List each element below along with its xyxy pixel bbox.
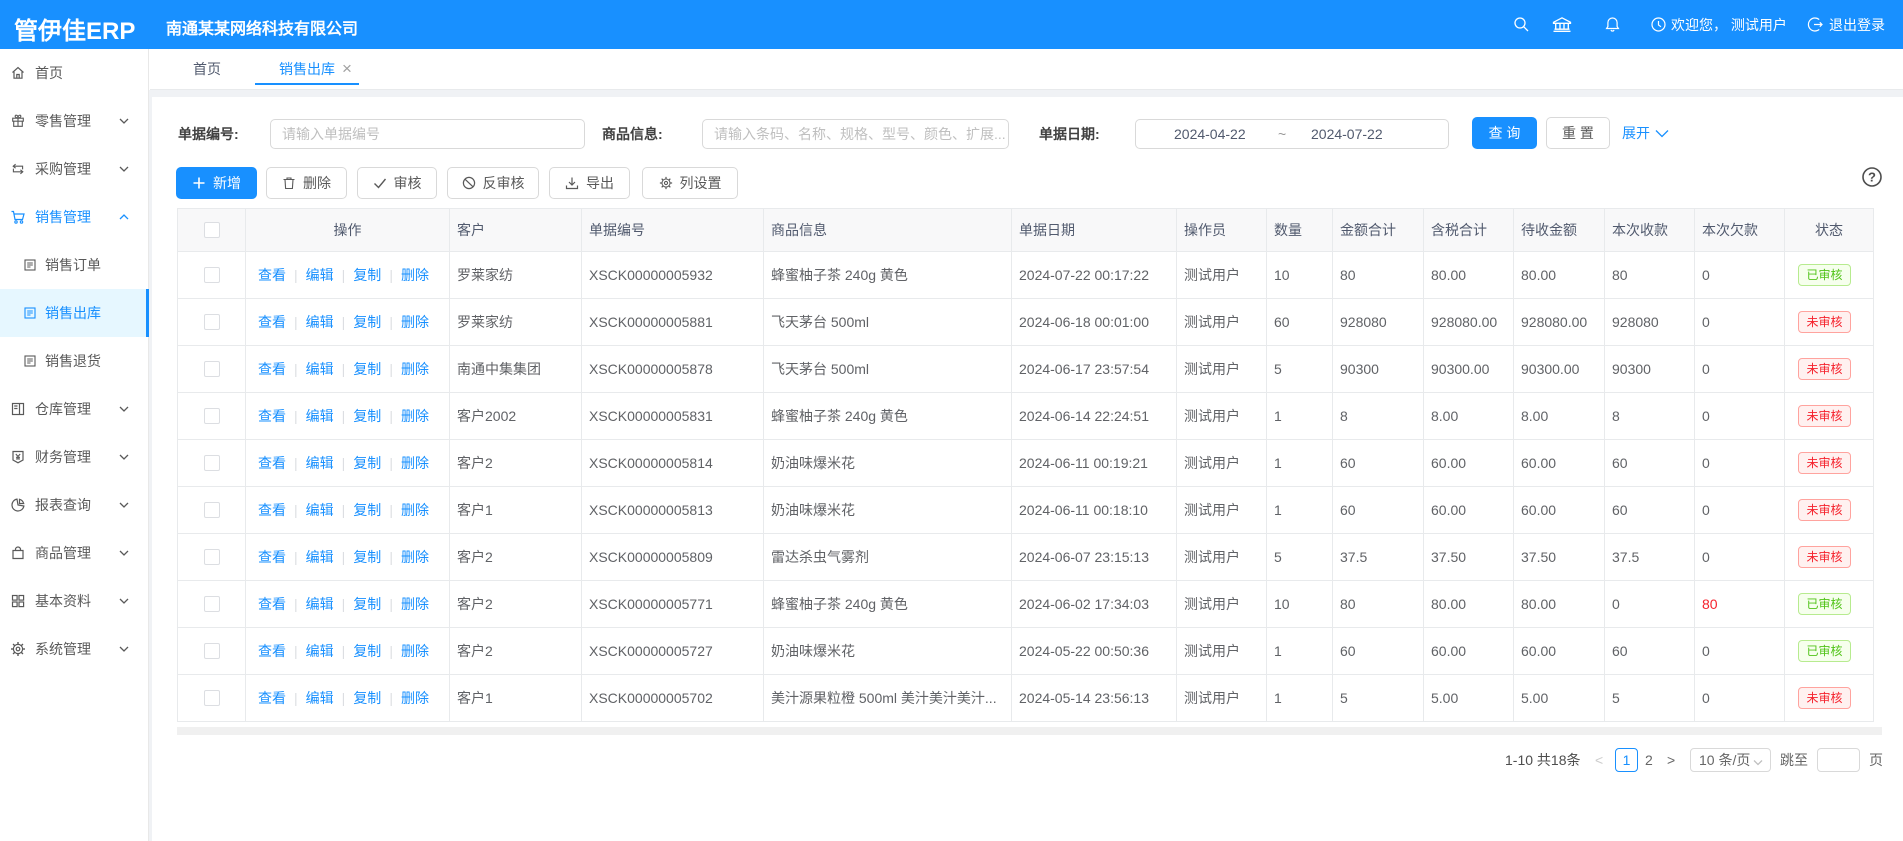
svg-text:?: ? [1868,170,1876,185]
